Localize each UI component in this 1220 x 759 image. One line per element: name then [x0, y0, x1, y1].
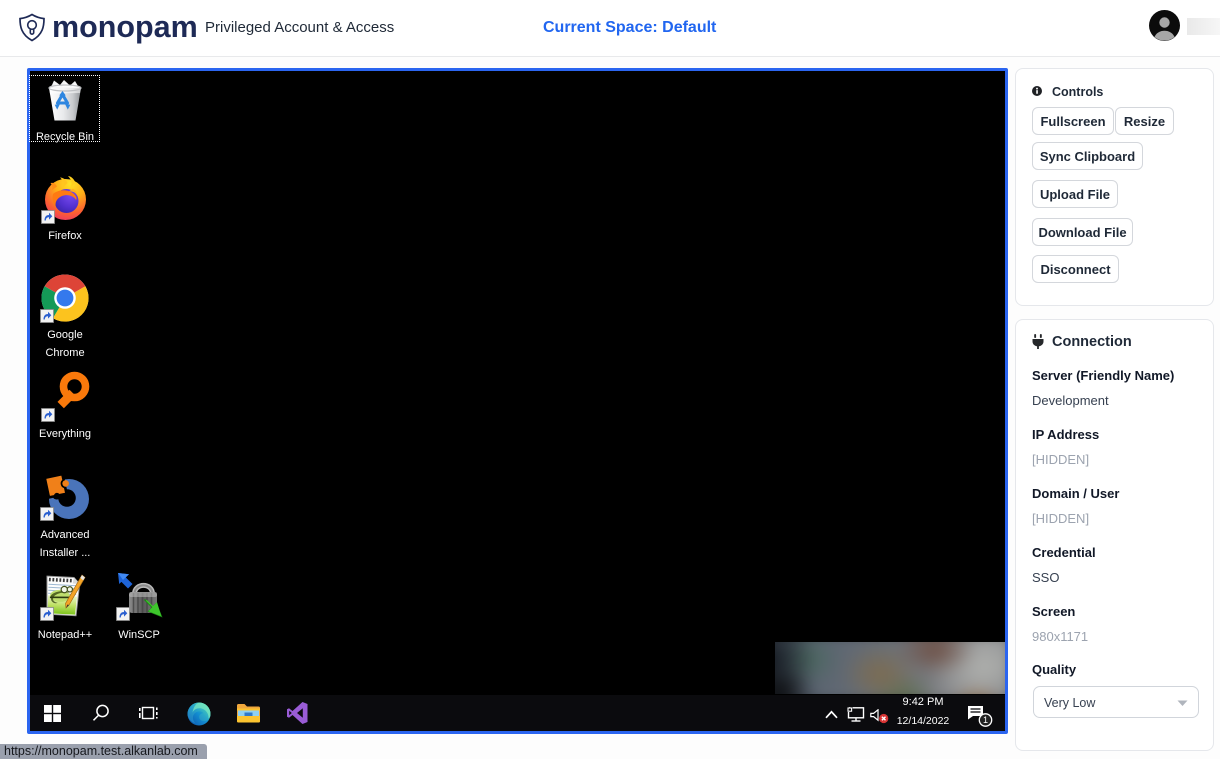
svg-text:1: 1	[983, 715, 988, 725]
